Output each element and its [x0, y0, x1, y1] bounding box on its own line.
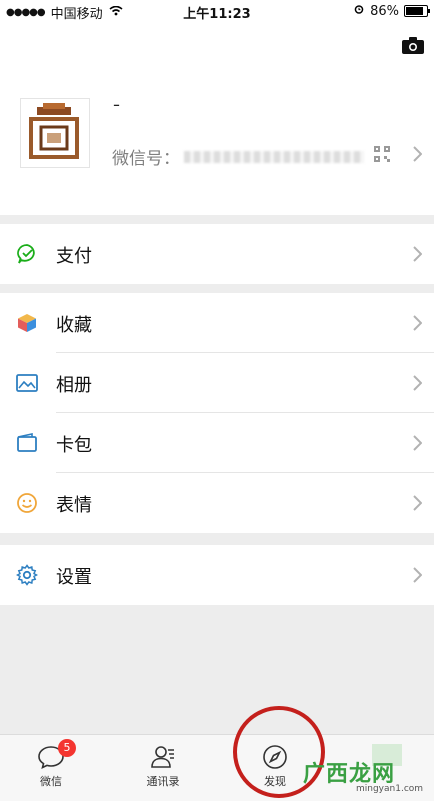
- status-bar: ●●●●● 中国移动 上午11:23 86%: [0, 0, 434, 22]
- alarm-icon: [353, 3, 365, 19]
- menu-item-album[interactable]: 相册: [0, 353, 434, 413]
- chevron-right-icon: [413, 146, 423, 166]
- tab-chats[interactable]: 5 微信: [6, 739, 96, 789]
- tab-label-chats: 微信: [40, 775, 62, 788]
- gear-icon: [15, 564, 39, 586]
- pay-icon: [16, 243, 38, 265]
- menu-item-cards[interactable]: 卡包: [0, 413, 434, 473]
- menu-label-cards: 卡包: [56, 435, 92, 456]
- wallet-card-icon: [16, 432, 38, 454]
- chevron-right-icon: [413, 567, 423, 587]
- profile-header[interactable]: ˉ 微信号：: [0, 22, 434, 215]
- menu-label-settings: 设置: [56, 567, 92, 588]
- menu-group-pay: 支付: [0, 224, 434, 284]
- menu-label-favorites: 收藏: [56, 315, 92, 336]
- menu-item-settings[interactable]: 设置: [0, 545, 434, 605]
- menu-label-album: 相册: [56, 375, 92, 396]
- profile-nickname: ˉ: [112, 102, 121, 123]
- menu-item-stickers[interactable]: 表情: [0, 473, 434, 533]
- qr-code-icon[interactable]: [374, 146, 390, 162]
- chevron-right-icon: [413, 246, 423, 266]
- menu-group-main: 收藏 相册 卡包 表情: [0, 293, 434, 533]
- menu-label-stickers: 表情: [56, 495, 92, 516]
- menu-item-favorites[interactable]: 收藏: [0, 293, 434, 353]
- battery-icon: [404, 5, 430, 17]
- contacts-icon: [149, 743, 177, 771]
- unread-badge: 5: [58, 739, 76, 757]
- menu-label-pay: 支付: [56, 246, 92, 267]
- menu-item-pay[interactable]: 支付: [0, 224, 434, 284]
- avatar[interactable]: [20, 98, 90, 168]
- menu-group-settings: 设置: [0, 545, 434, 605]
- camera-icon[interactable]: [402, 36, 424, 54]
- battery-percent: 86%: [370, 3, 399, 19]
- wechat-id-row: 微信号：: [112, 144, 364, 169]
- tab-label-contacts: 通讯录: [146, 775, 180, 788]
- watermark-url: mingyan1.com: [356, 784, 424, 794]
- album-icon: [16, 372, 38, 394]
- smiley-icon: [16, 492, 38, 514]
- chevron-right-icon: [413, 375, 423, 395]
- chevron-right-icon: [413, 435, 423, 455]
- favorites-cube-icon: [16, 312, 38, 334]
- wechat-id-label: 微信号：: [112, 149, 180, 169]
- chevron-right-icon: [413, 315, 423, 335]
- tab-contacts[interactable]: 通讯录: [118, 743, 208, 789]
- wechat-id-redacted: [184, 150, 364, 163]
- chevron-right-icon: [413, 495, 423, 515]
